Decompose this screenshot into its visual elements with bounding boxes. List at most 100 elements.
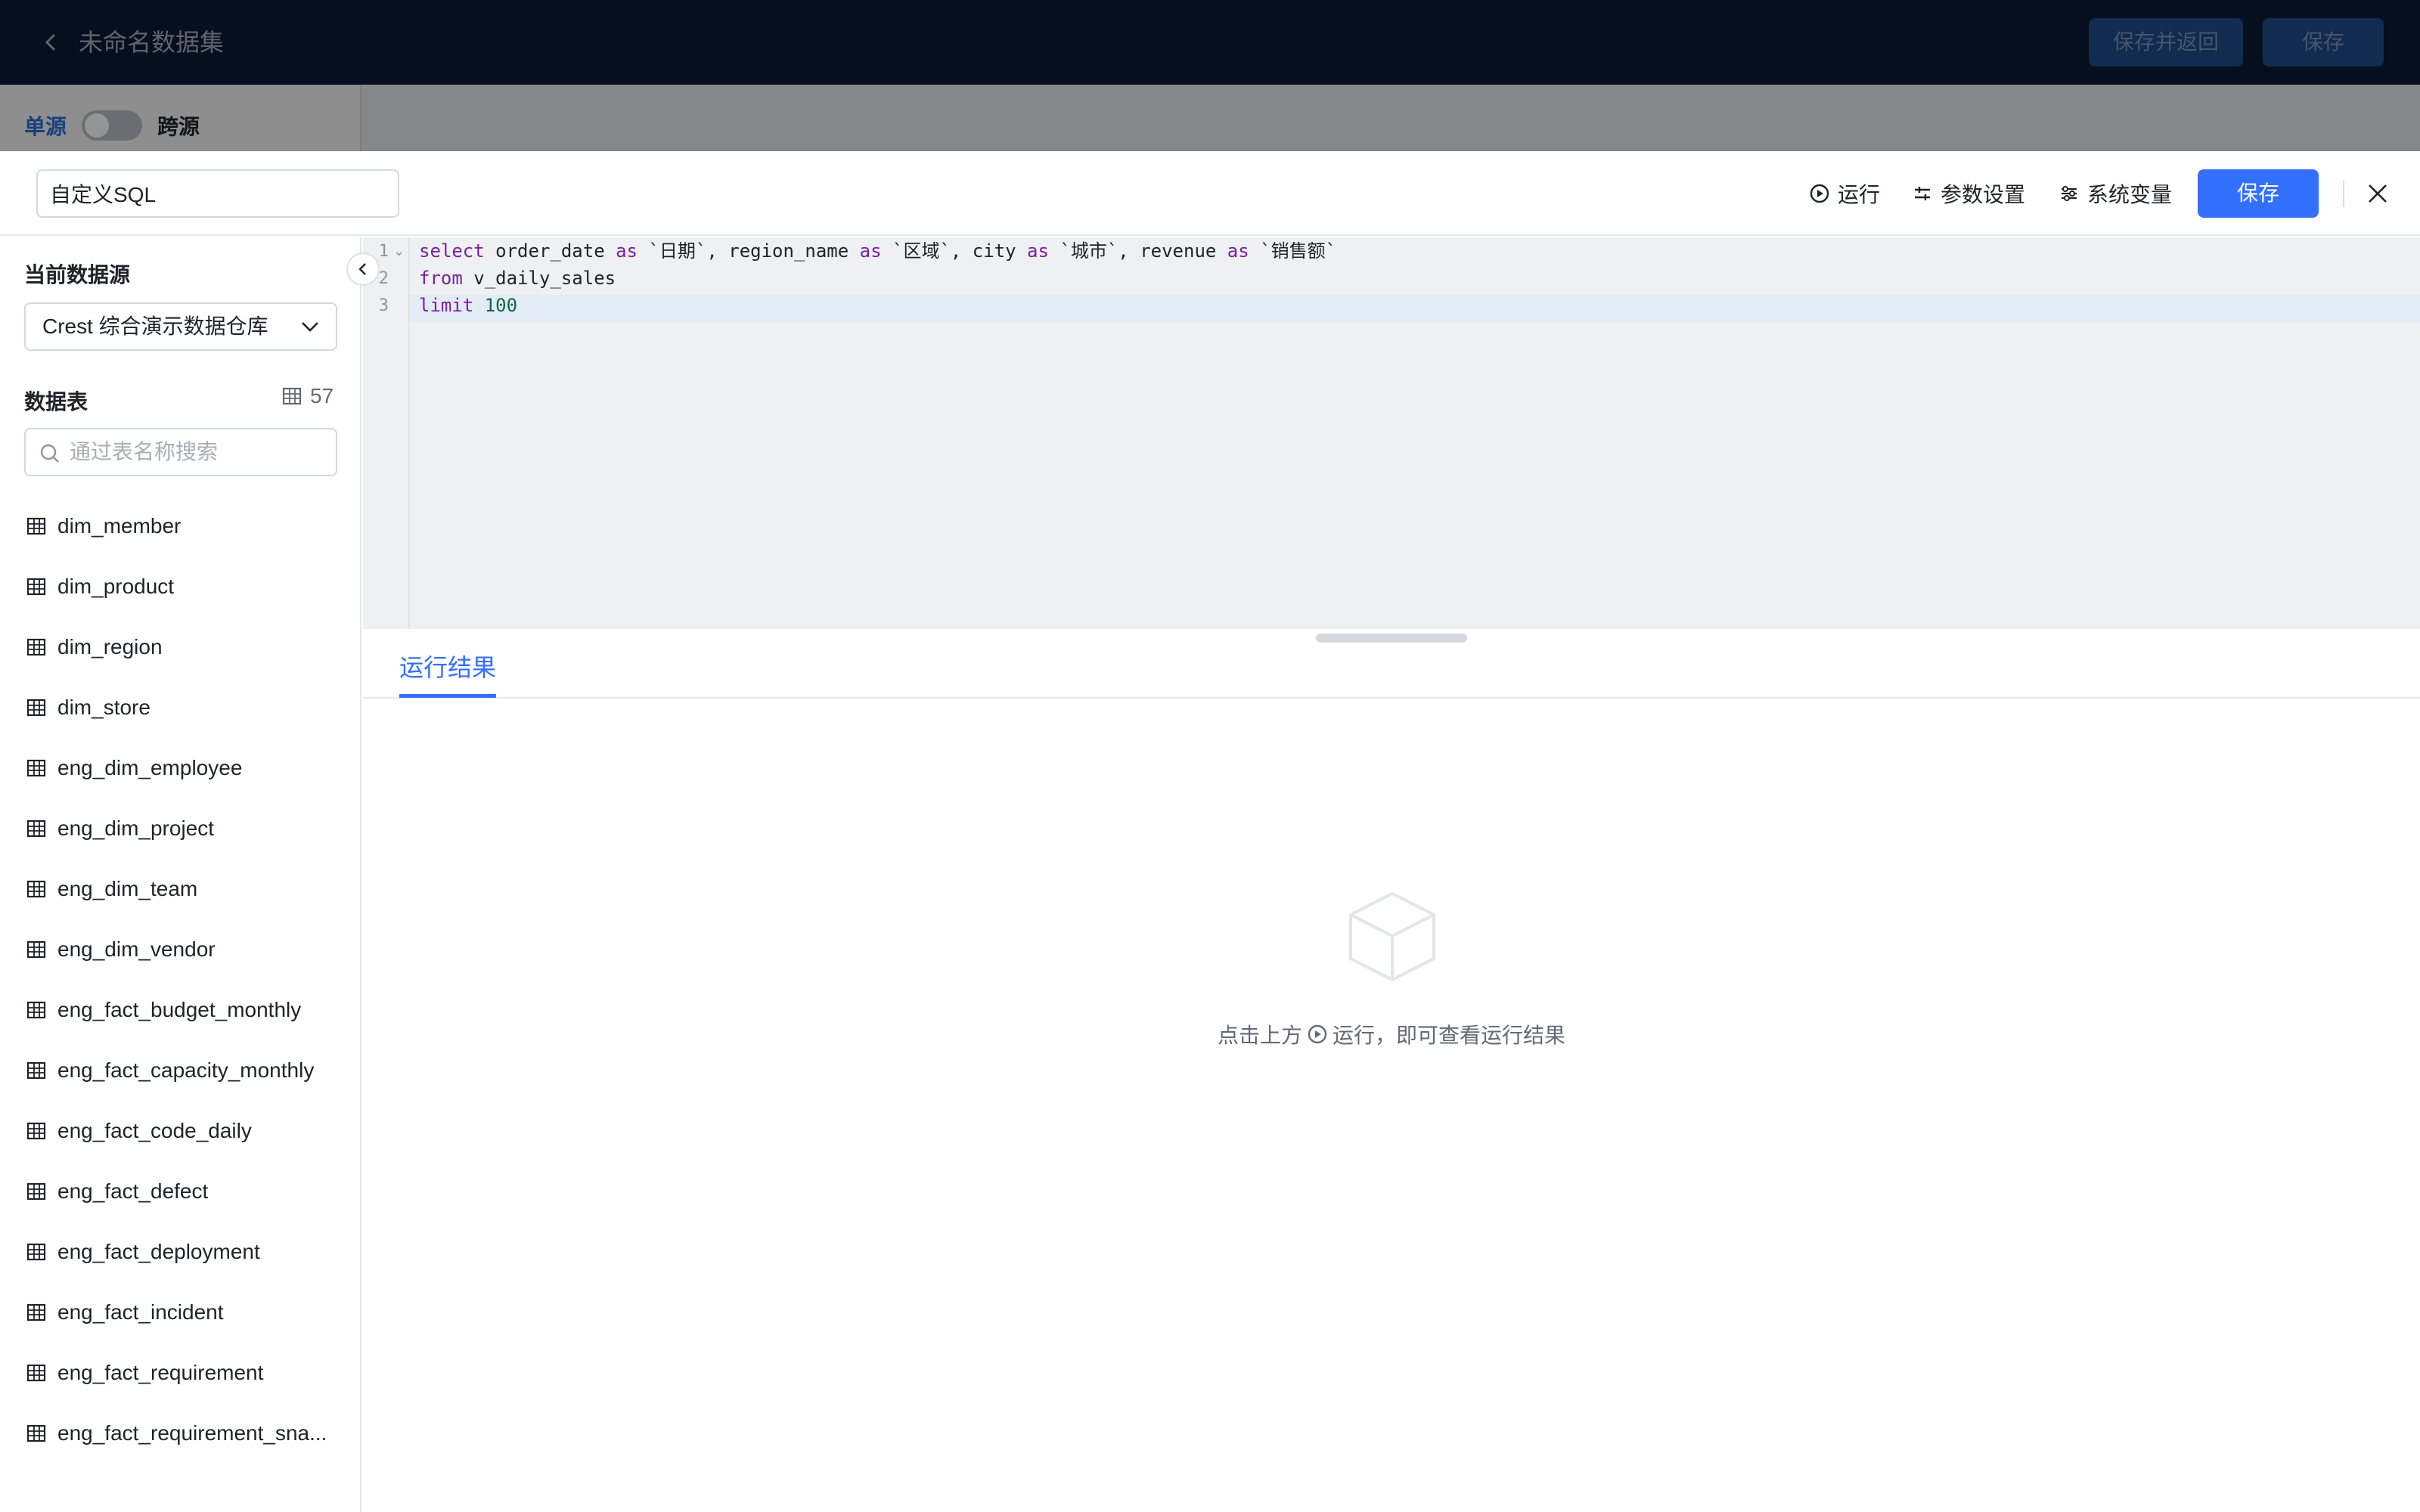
custom-sql-drawer: 运行 参数设置 系统变量 保存 当前数据源 Crest 综合演示数据仓库 数据表… bbox=[0, 151, 2420, 1512]
resize-handle[interactable] bbox=[1316, 634, 1467, 643]
modal-overlay bbox=[0, 0, 2420, 151]
table-list-item[interactable]: eng_fact_requirement bbox=[0, 1343, 360, 1403]
table-name: eng_dim_team bbox=[57, 877, 198, 900]
table-icon bbox=[26, 1303, 46, 1321]
sql-keyword: as bbox=[616, 240, 638, 262]
sql-keyword: as bbox=[859, 240, 882, 262]
sql-number: 100 bbox=[484, 295, 518, 316]
table-name: dim_member bbox=[57, 514, 182, 538]
table-list-item[interactable]: dim_member bbox=[0, 496, 360, 556]
parameter-settings-label: 参数设置 bbox=[1941, 183, 2026, 206]
parameter-settings-button[interactable]: 参数设置 bbox=[1912, 175, 2025, 212]
table-icon bbox=[26, 638, 46, 656]
sql-keyword: limit bbox=[419, 295, 474, 316]
chevron-down-icon bbox=[302, 322, 318, 332]
sql-editor[interactable]: 1 ⌄ 2 3 select order_date as `日期`, regio… bbox=[363, 237, 2420, 629]
table-icon bbox=[26, 1243, 46, 1261]
table-list-item[interactable]: eng_fact_incident bbox=[0, 1282, 360, 1343]
sql-text: `城市`, revenue bbox=[1048, 240, 1227, 262]
table-icon bbox=[26, 940, 46, 959]
table-icon bbox=[26, 880, 46, 898]
table-icon bbox=[282, 387, 302, 405]
sql-text: `区域`, city bbox=[881, 240, 1028, 262]
chevron-left-icon bbox=[358, 263, 366, 275]
table-icon bbox=[26, 699, 46, 717]
table-list-item[interactable]: eng_dim_project bbox=[0, 798, 360, 859]
table-list-item[interactable]: dim_product bbox=[0, 556, 360, 617]
run-button[interactable]: 运行 bbox=[1809, 175, 1880, 212]
table-list-item[interactable]: dim_store bbox=[0, 677, 360, 738]
table-name: eng_fact_capacity_monthly bbox=[57, 1058, 315, 1082]
sql-text: order_date bbox=[484, 240, 616, 262]
table-icon bbox=[26, 1122, 46, 1140]
table-list-item[interactable]: eng_fact_code_daily bbox=[0, 1101, 360, 1161]
sql-text: v_daily_sales bbox=[462, 268, 616, 289]
sliders-icon bbox=[1915, 187, 1930, 200]
table-name: eng_fact_requirement bbox=[57, 1361, 264, 1384]
collapse-sidebar-button[interactable] bbox=[346, 253, 380, 286]
table-icon bbox=[26, 517, 46, 535]
table-name: eng_fact_code_daily bbox=[57, 1119, 252, 1142]
table-list-item[interactable]: eng_dim_team bbox=[0, 859, 360, 919]
table-name: eng_dim_project bbox=[57, 816, 215, 840]
table-icon bbox=[26, 1061, 46, 1080]
sql-text: `销售额` bbox=[1249, 240, 1337, 262]
close-icon[interactable] bbox=[2361, 177, 2394, 210]
sql-keyword: as bbox=[1027, 240, 1049, 262]
sql-keyword: select bbox=[419, 240, 485, 262]
table-icon bbox=[26, 759, 46, 777]
table-count-value: 57 bbox=[310, 384, 334, 407]
drawer-save-button[interactable]: 保存 bbox=[2198, 169, 2319, 218]
datasource-select[interactable]: Crest 综合演示数据仓库 bbox=[24, 302, 337, 351]
run-label: 运行 bbox=[1838, 183, 1881, 206]
table-icon bbox=[26, 1001, 46, 1019]
table-icon bbox=[26, 1424, 46, 1442]
play-circle-icon bbox=[1308, 1024, 1327, 1044]
tab-run-results[interactable]: 运行结果 bbox=[399, 649, 496, 683]
tables-label: 数据表 bbox=[24, 390, 88, 414]
table-name: eng_dim_vendor bbox=[57, 937, 216, 961]
active-line-highlight bbox=[363, 295, 2420, 322]
table-icon bbox=[26, 820, 46, 838]
table-list-item[interactable]: dim_region bbox=[0, 617, 360, 677]
sql-keyword: from bbox=[419, 268, 463, 289]
table-list-item[interactable]: eng_fact_requirement_sna... bbox=[0, 1403, 360, 1464]
empty-state-message: 点击上方 运行，即可查看运行结果 bbox=[0, 1019, 2420, 1049]
sql-name-input[interactable] bbox=[36, 169, 399, 218]
table-list-item[interactable]: eng_dim_vendor bbox=[0, 919, 360, 980]
table-list-item[interactable]: eng_fact_defect bbox=[0, 1161, 360, 1222]
system-variables-label: 系统变量 bbox=[2087, 183, 2173, 206]
table-list-item[interactable]: eng_fact_deployment bbox=[0, 1222, 360, 1282]
current-datasource-label: 当前数据源 bbox=[24, 263, 131, 287]
code-line: limit 100 bbox=[419, 292, 517, 319]
play-circle-icon bbox=[1810, 184, 1829, 203]
table-name: eng_fact_incident bbox=[57, 1300, 224, 1324]
variables-icon bbox=[2062, 186, 2077, 201]
code-line: select order_date as `日期`, region_name a… bbox=[419, 237, 1336, 265]
fold-chevron-icon[interactable]: ⌄ bbox=[393, 243, 405, 259]
table-name: dim_region bbox=[57, 635, 163, 658]
empty-prefix: 点击上方 bbox=[1217, 1024, 1302, 1047]
table-name: eng_fact_deployment bbox=[57, 1240, 260, 1263]
drawer-header: 运行 参数设置 系统变量 保存 bbox=[0, 151, 2420, 236]
datasource-value: Crest 综合演示数据仓库 bbox=[24, 302, 337, 351]
search-icon bbox=[40, 444, 59, 463]
table-name: dim_store bbox=[57, 696, 150, 719]
code-line: from v_daily_sales bbox=[419, 265, 616, 292]
table-list-item[interactable]: eng_dim_employee bbox=[0, 738, 360, 798]
table-search-input[interactable] bbox=[70, 431, 327, 473]
system-variables-button[interactable]: 系统变量 bbox=[2059, 175, 2172, 212]
table-icon bbox=[26, 1182, 46, 1201]
table-name: dim_product bbox=[57, 575, 175, 598]
empty-suffix: 运行，即可查看运行结果 bbox=[1333, 1024, 1566, 1047]
table-icon bbox=[26, 1364, 46, 1382]
table-name: eng_fact_defect bbox=[57, 1179, 209, 1203]
table-list-item[interactable]: eng_fact_capacity_monthly bbox=[0, 1040, 360, 1101]
table-icon bbox=[26, 578, 46, 596]
empty-box-icon bbox=[1349, 891, 1435, 982]
table-count: 57 bbox=[281, 384, 334, 408]
table-search[interactable] bbox=[24, 428, 337, 476]
sql-keyword: as bbox=[1227, 240, 1249, 262]
header-divider bbox=[2343, 180, 2344, 207]
